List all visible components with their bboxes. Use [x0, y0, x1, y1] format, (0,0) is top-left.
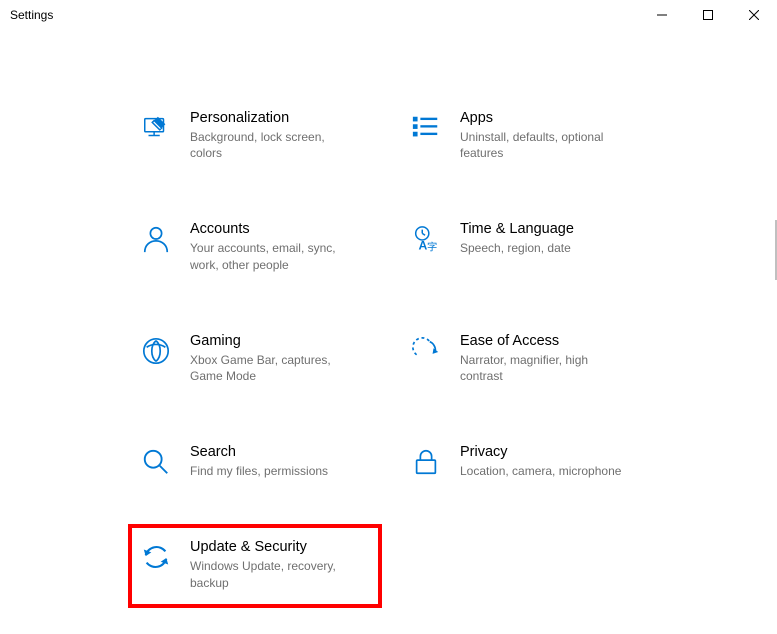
- titlebar: Settings: [0, 0, 777, 30]
- svg-text:字: 字: [427, 241, 437, 254]
- window-controls: [639, 0, 777, 29]
- settings-grid: Personalization Background, lock screen,…: [140, 110, 777, 591]
- ease-of-access-icon: [410, 335, 442, 367]
- tile-desc: Uninstall, defaults, optional features: [460, 129, 630, 161]
- tile-gaming[interactable]: Gaming Xbox Game Bar, captures, Game Mod…: [140, 333, 390, 384]
- tile-desc: Windows Update, recovery, backup: [190, 558, 360, 590]
- tile-apps[interactable]: Apps Uninstall, defaults, optional featu…: [410, 110, 660, 161]
- apps-icon: [410, 112, 442, 144]
- tile-title: Ease of Access: [460, 333, 630, 349]
- tile-desc: Find my files, permissions: [190, 463, 328, 479]
- tile-desc: Speech, region, date: [460, 240, 574, 256]
- search-icon: [140, 446, 172, 478]
- maximize-button[interactable]: [685, 0, 731, 30]
- tile-title: Apps: [460, 110, 630, 126]
- tile-desc: Xbox Game Bar, captures, Game Mode: [190, 352, 360, 384]
- tile-title: Personalization: [190, 110, 360, 126]
- tile-desc: Background, lock screen, colors: [190, 129, 360, 161]
- tile-update-security[interactable]: Update & Security Windows Update, recove…: [140, 539, 390, 590]
- tile-title: Accounts: [190, 221, 360, 237]
- tile-desc: Your accounts, email, sync, work, other …: [190, 240, 360, 272]
- accounts-icon: [140, 223, 172, 255]
- tile-privacy[interactable]: Privacy Location, camera, microphone: [410, 444, 660, 479]
- tile-ease-of-access[interactable]: Ease of Access Narrator, magnifier, high…: [410, 333, 660, 384]
- tile-title: Time & Language: [460, 221, 574, 237]
- tile-search[interactable]: Search Find my files, permissions: [140, 444, 390, 479]
- tile-desc: Narrator, magnifier, high contrast: [460, 352, 630, 384]
- tile-desc: Location, camera, microphone: [460, 463, 621, 479]
- gaming-icon: [140, 335, 172, 367]
- update-security-icon: [140, 541, 172, 573]
- tile-title: Update & Security: [190, 539, 360, 555]
- settings-content: Personalization Background, lock screen,…: [0, 30, 777, 591]
- tile-title: Gaming: [190, 333, 360, 349]
- time-language-icon: A 字: [410, 223, 442, 255]
- tile-accounts[interactable]: Accounts Your accounts, email, sync, wor…: [140, 221, 390, 272]
- tile-title: Privacy: [460, 444, 621, 460]
- tile-personalization[interactable]: Personalization Background, lock screen,…: [140, 110, 390, 161]
- close-button[interactable]: [731, 0, 777, 30]
- personalization-icon: [140, 112, 172, 144]
- minimize-button[interactable]: [639, 0, 685, 30]
- tile-title: Search: [190, 444, 328, 460]
- tile-time-language[interactable]: A 字 Time & Language Speech, region, date: [410, 221, 660, 272]
- privacy-icon: [410, 446, 442, 478]
- window-title: Settings: [10, 8, 53, 22]
